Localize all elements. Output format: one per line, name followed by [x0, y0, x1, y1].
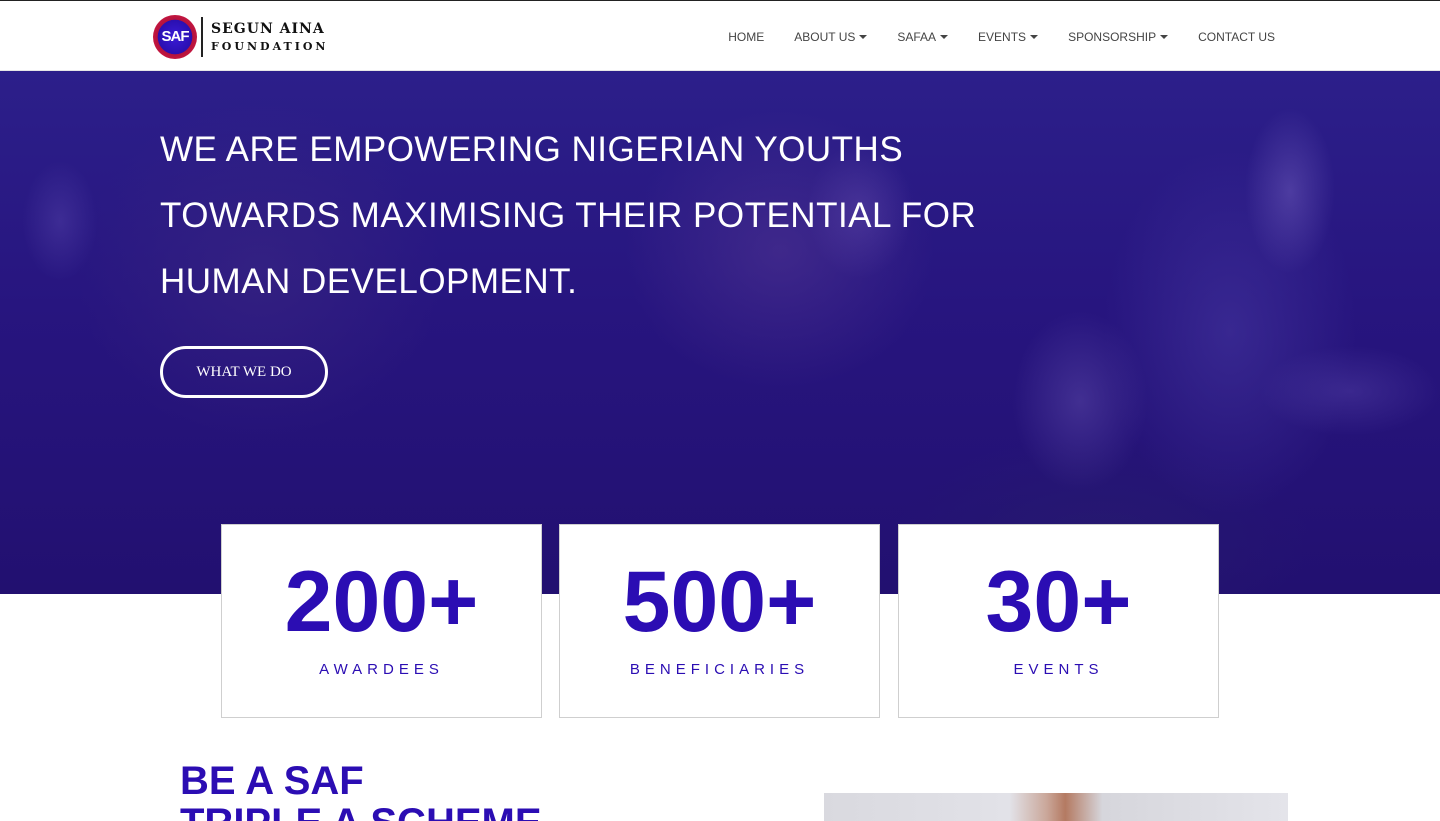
nav-item-sponsorship[interactable]: SPONSORSHIP	[1068, 29, 1169, 44]
badge-text: SAF	[161, 28, 190, 45]
scheme-photo	[824, 793, 1288, 821]
caret-down-icon	[859, 34, 868, 39]
nav-label: CONTACT US	[1198, 29, 1275, 44]
scheme-heading-line-1: BE A SAF	[180, 759, 364, 803]
stat-card-events: 30+ EVENTS	[898, 524, 1219, 718]
stat-number: 30+	[985, 554, 1132, 650]
nav-label: SPONSORSHIP	[1068, 29, 1157, 44]
scheme-heading-line-2: TRIPLE A SCHEME	[180, 802, 680, 821]
navbar: SAF SEGUN AINA FOUNDATION HOME ABOUT US …	[0, 0, 1440, 71]
nav-label: ABOUT US	[794, 29, 856, 44]
hero-banner: WE ARE EMPOWERING NIGERIAN YOUTHS TOWARD…	[0, 71, 1440, 594]
nav-item-contact-us[interactable]: CONTACT US	[1198, 30, 1275, 44]
stat-number: 200+	[284, 554, 479, 650]
site-logo[interactable]: SAF SEGUN AINA FOUNDATION	[153, 14, 328, 59]
logo-divider	[201, 16, 203, 57]
nav-item-events[interactable]: EVENTS	[978, 29, 1039, 44]
stat-card-awardees: 200+ AWARDEES	[221, 524, 542, 718]
main-nav: HOME ABOUT US SAFAA EVENTS SPONSORSHIP C…	[698, 1, 1275, 72]
caret-down-icon	[940, 34, 949, 39]
logo-line-1: SEGUN AINA	[211, 20, 325, 37]
nav-item-safaa[interactable]: SAFAA	[897, 29, 949, 44]
nav-label: EVENTS	[978, 29, 1027, 44]
stat-number: 500+	[622, 554, 817, 650]
caret-down-icon	[1160, 34, 1169, 39]
what-we-do-button[interactable]: WHAT WE DO	[160, 346, 328, 398]
logo-line-2: FOUNDATION	[211, 39, 329, 53]
nav-item-about-us[interactable]: ABOUT US	[794, 29, 868, 44]
nav-label: HOME	[728, 29, 765, 44]
stat-label: EVENTS	[1013, 661, 1104, 678]
stat-label: AWARDEES	[319, 661, 444, 678]
scheme-heading: BE A SAF TRIPLE A SCHEME	[180, 760, 680, 821]
nav-item-home[interactable]: HOME	[728, 30, 764, 44]
hero-title: WE ARE EMPOWERING NIGERIAN YOUTHS TOWARD…	[160, 130, 977, 301]
caret-down-icon	[1030, 34, 1039, 39]
saf-badge-icon: SAF	[153, 14, 197, 59]
logo-wordmark: SEGUN AINA FOUNDATION	[211, 22, 328, 52]
stat-card-beneficiaries: 500+ BENEFICIARIES	[559, 524, 880, 718]
nav-label: SAFAA	[897, 29, 937, 44]
stat-label: BENEFICIARIES	[629, 661, 810, 678]
